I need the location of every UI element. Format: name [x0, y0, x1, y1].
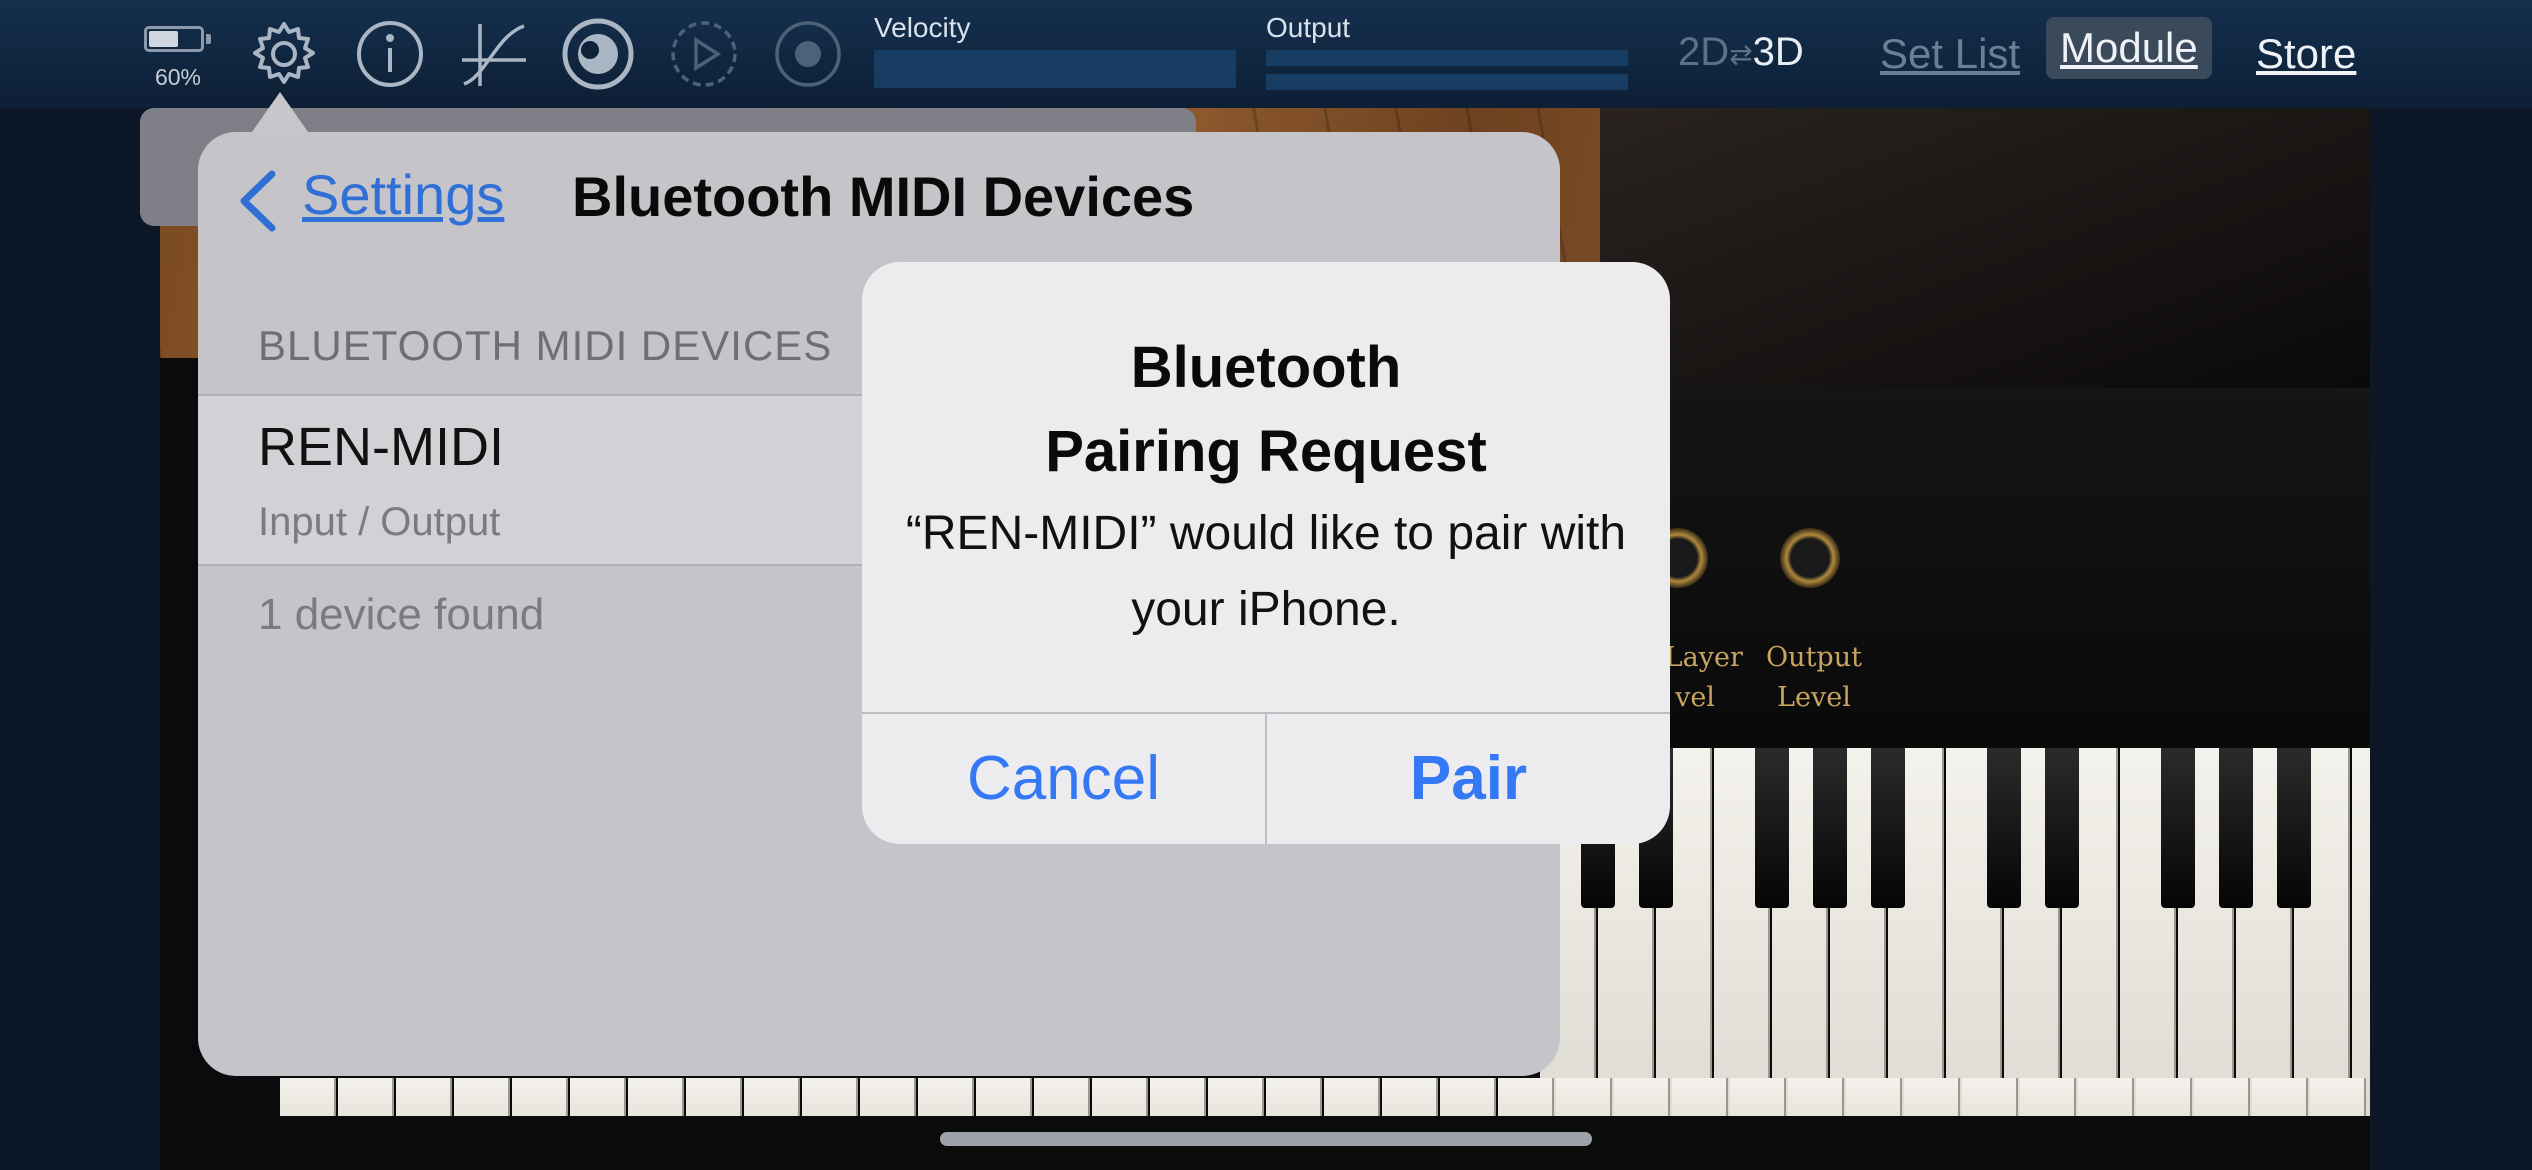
piano-black-key[interactable]	[1755, 748, 1789, 908]
chevron-left-icon[interactable]	[232, 168, 282, 234]
set-list-link[interactable]: Set List	[1880, 30, 2020, 78]
popover-arrow	[252, 92, 308, 132]
piano-black-key[interactable]	[1813, 748, 1847, 908]
home-indicator[interactable]	[940, 1132, 1592, 1146]
back-to-settings-button[interactable]: Settings	[302, 160, 504, 230]
piano-black-key[interactable]	[2045, 748, 2079, 908]
top-toolbar: 60% Velocity Output 2D⇄3D Set List Modul…	[0, 0, 2532, 108]
piano-black-key[interactable]	[2161, 748, 2195, 908]
piano-black-key[interactable]	[2277, 748, 2311, 908]
piano-lid	[1600, 108, 2370, 388]
output-meter	[1266, 50, 1628, 98]
piano-black-key[interactable]	[1987, 748, 2021, 908]
info-icon[interactable]	[352, 16, 428, 92]
pair-button[interactable]: Pair	[1267, 714, 1670, 844]
output-level-knob[interactable]	[1780, 528, 1840, 588]
alert-title: Bluetooth Pairing Request	[1045, 335, 1487, 484]
mode-2d-label: 2D	[1678, 30, 1730, 74]
swap-icon: ⇄	[1729, 38, 1753, 70]
alert-message: “REN-MIDI” would like to pair with your …	[905, 507, 1627, 636]
velocity-label: Velocity	[874, 12, 971, 43]
devices-found-text: 1 device found	[258, 590, 545, 639]
playback-icon[interactable]	[666, 16, 742, 92]
record-icon[interactable]	[770, 16, 846, 92]
settings-icon[interactable]	[246, 16, 322, 92]
2d-3d-toggle[interactable]: 2D⇄3D	[1678, 30, 1804, 75]
pairing-request-alert: Bluetooth Pairing Request “REN-MIDI” wou…	[862, 262, 1670, 844]
store-link[interactable]: Store	[2256, 30, 2356, 78]
velocity-curve-icon[interactable]	[456, 16, 532, 92]
battery-fill	[149, 31, 178, 47]
module-link[interactable]: Module	[2046, 17, 2212, 79]
battery-percent: 60%	[154, 64, 202, 90]
output-level-label: Output Level	[1766, 642, 1862, 713]
device-subtitle: Input / Output	[258, 500, 501, 544]
cancel-button[interactable]: Cancel	[862, 714, 1265, 844]
piano-black-key[interactable]	[1871, 748, 1905, 908]
mode-3d-label: 3D	[1752, 30, 1804, 74]
volume-knob-icon[interactable]	[560, 16, 636, 92]
section-header: BLUETOOTH MIDI DEVICES	[258, 322, 833, 369]
output-label: Output	[1266, 12, 1351, 43]
velocity-meter	[874, 50, 1236, 88]
popover-title: Bluetooth MIDI Devices	[572, 165, 1195, 228]
piano-black-key[interactable]	[2219, 748, 2253, 908]
device-name: REN-MIDI	[258, 417, 504, 477]
battery-indicator: 60%	[144, 24, 212, 90]
